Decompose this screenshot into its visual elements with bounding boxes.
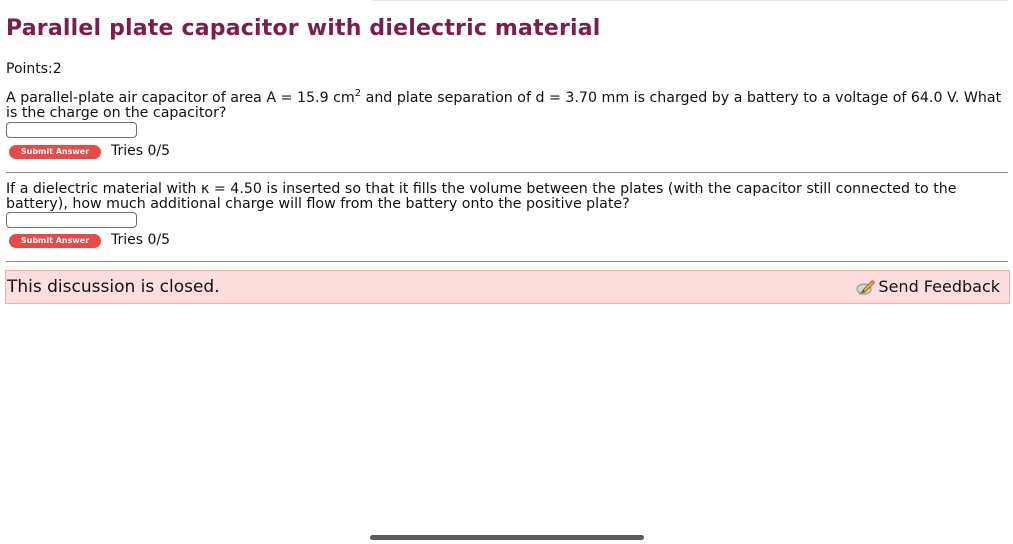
question-2-text: If a dielectric material with κ = 4.50 i… [6, 181, 957, 212]
page-title: Parallel plate capacitor with dielectric… [6, 16, 601, 41]
question-1-text-part-1: A parallel-plate air capacitor of area A… [6, 90, 355, 106]
send-feedback-link[interactable]: Send Feedback [856, 277, 1000, 296]
top-rule [372, 0, 1008, 1]
problem-page: Parallel plate capacitor with dielectric… [0, 0, 1013, 544]
divider [6, 172, 1008, 173]
discussion-closed-banner: This discussion is closed. Send Feedback [5, 270, 1010, 304]
discussion-closed-text: This discussion is closed. [7, 277, 220, 297]
send-feedback-label[interactable]: Send Feedback [878, 277, 1000, 296]
question-1-answer-input[interactable] [6, 122, 137, 138]
points-label: Points:2 [6, 61, 62, 77]
question-2-answer-input[interactable] [6, 212, 137, 228]
question-2-submit-button[interactable]: Submit Answer [9, 234, 101, 248]
divider [6, 261, 1008, 262]
pencil-feedback-icon [856, 278, 876, 296]
home-indicator-bar[interactable] [370, 535, 644, 540]
question-1-tries: Tries 0/5 [111, 143, 171, 159]
question-2-tries: Tries 0/5 [111, 232, 171, 248]
question-1-text: A parallel-plate air capacitor of area A… [6, 89, 1008, 121]
question-1-submit-button[interactable]: Submit Answer [9, 145, 101, 159]
